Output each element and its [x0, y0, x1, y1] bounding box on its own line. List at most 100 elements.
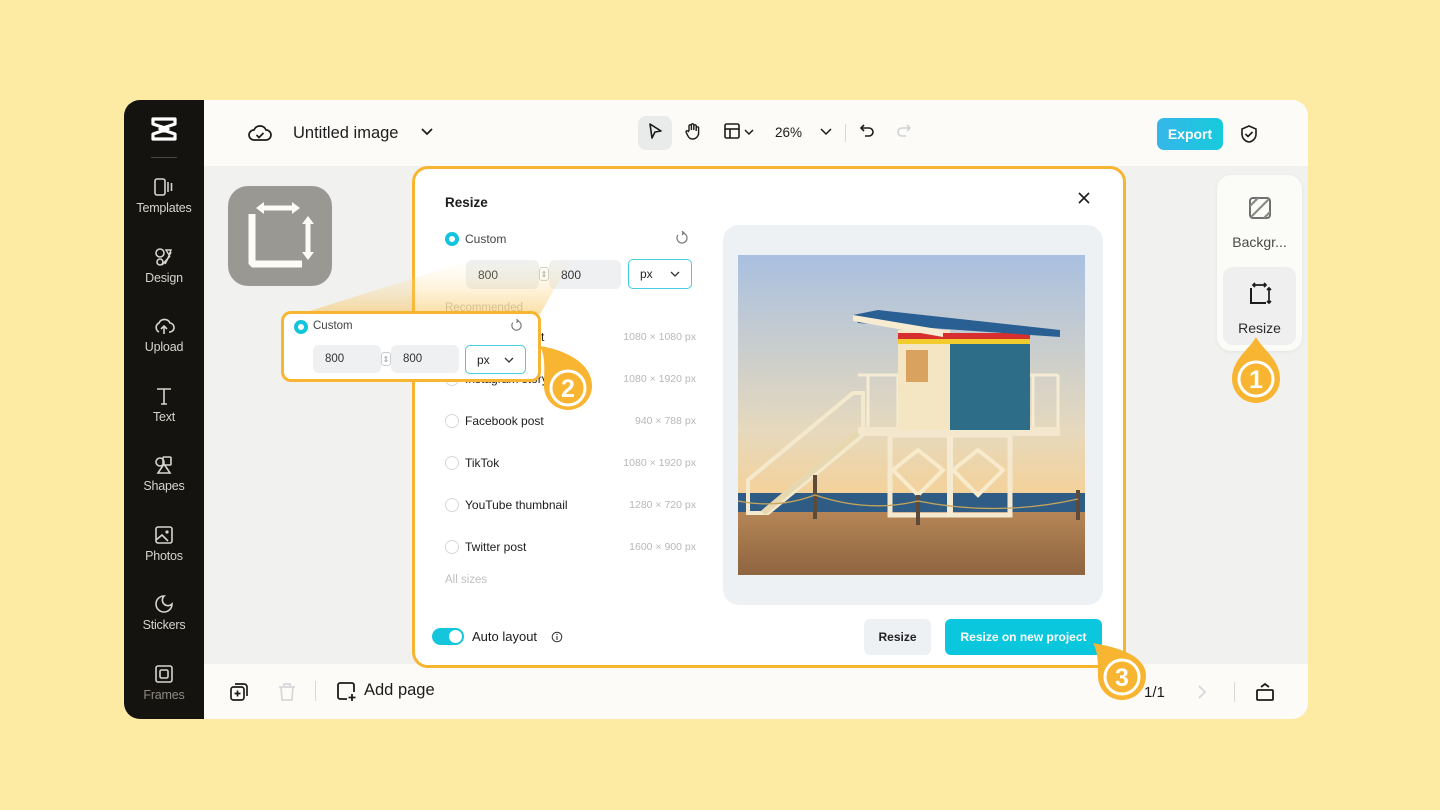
- sidebar-item-text[interactable]: Text: [124, 385, 204, 441]
- resize-button[interactable]: Resize: [864, 619, 931, 655]
- link-ratio-icon[interactable]: ⇕: [539, 267, 549, 281]
- sidebar-item-templates[interactable]: Templates: [124, 176, 204, 232]
- undo-icon: [859, 123, 875, 144]
- redo-button[interactable]: [892, 116, 916, 150]
- zoom-level[interactable]: 26%: [775, 125, 802, 140]
- cloud-saved-icon[interactable]: [248, 122, 272, 149]
- width-input[interactable]: 800: [466, 260, 539, 289]
- hand-tool-button[interactable]: [676, 116, 710, 150]
- capcut-logo-icon[interactable]: [148, 114, 180, 144]
- sidebar-item-label: Shapes: [143, 479, 185, 493]
- background-icon: [1247, 195, 1273, 226]
- design-icon: [153, 246, 175, 268]
- zoom-dropdown-button[interactable]: [816, 116, 836, 150]
- select-tool-button[interactable]: [638, 116, 672, 150]
- panel-item-resize[interactable]: Resize: [1223, 267, 1296, 345]
- next-page-icon[interactable]: [1196, 684, 1208, 705]
- reset-icon: [510, 318, 523, 337]
- hand-icon: [684, 122, 702, 145]
- height-input: 800: [391, 345, 459, 373]
- export-button[interactable]: Export: [1157, 118, 1223, 150]
- link-ratio-icon: ⇕: [381, 352, 391, 366]
- sidebar-item-label: Photos: [145, 549, 183, 563]
- unit-value: px: [640, 267, 653, 281]
- templates-icon: [153, 176, 175, 198]
- undo-button[interactable]: [855, 116, 879, 150]
- panel-item-label: Resize: [1238, 320, 1281, 336]
- custom-size-callout: Custom 800 ⇕ 800 px: [281, 311, 541, 382]
- option-label: Twitter post: [465, 540, 527, 554]
- shield-check-icon[interactable]: [1240, 124, 1258, 149]
- option-size: 1280 × 720 px: [629, 499, 696, 511]
- bottom-divider: [315, 681, 316, 701]
- sidebar-item-design[interactable]: Design: [124, 246, 204, 302]
- logo-divider: [151, 157, 177, 158]
- sidebar-item-upload[interactable]: Upload: [124, 315, 204, 371]
- resize-feature-icon: [228, 186, 332, 286]
- preview-image-lifeguard-tower: [738, 255, 1085, 575]
- sidebar-item-shapes[interactable]: Shapes: [124, 454, 204, 510]
- layout-icon: [723, 122, 741, 145]
- preview-panel: [723, 225, 1103, 605]
- sidebar-item-frames[interactable]: Frames: [124, 663, 204, 719]
- sidebar: Templates Design Upload Text Shapes Phot…: [124, 100, 204, 719]
- sidebar-item-label: Text: [152, 410, 176, 424]
- option-label: Custom: [313, 320, 353, 332]
- option-size: 1600 × 900 px: [629, 541, 696, 553]
- option-size: 1080 × 1920 px: [623, 457, 696, 469]
- resize-on-new-project-button[interactable]: Resize on new project: [945, 619, 1102, 655]
- layout-menu-button[interactable]: [716, 116, 760, 150]
- bottom-divider: [1234, 682, 1235, 702]
- resize-dialog: Resize Custom 800 ⇕ 800 px Recommended I…: [412, 166, 1126, 668]
- option-label: YouTube thumbnail: [465, 498, 568, 512]
- duplicate-page-icon[interactable]: [228, 681, 250, 708]
- step-badge-1: 1: [1228, 335, 1284, 412]
- sidebar-item-label: Frames: [143, 688, 185, 702]
- top-bar: Untitled image 26% Export: [204, 100, 1308, 166]
- radio[interactable]: [445, 414, 459, 428]
- add-page-label: Add page: [364, 681, 435, 699]
- cursor-icon: [647, 122, 663, 145]
- frames-icon: [153, 663, 175, 685]
- chevron-down-icon: [669, 268, 681, 283]
- badge-number: 3: [1115, 664, 1129, 692]
- pages-panel-icon[interactable]: [1254, 681, 1276, 708]
- radio[interactable]: [445, 540, 459, 554]
- panel-item-background[interactable]: Backgr...: [1223, 181, 1296, 259]
- project-title[interactable]: Untitled image: [293, 124, 398, 143]
- delete-page-icon[interactable]: [276, 681, 298, 708]
- close-icon[interactable]: [1077, 191, 1091, 210]
- option-size: 1080 × 1920 px: [623, 373, 696, 385]
- chevron-down-icon: [820, 124, 832, 142]
- unit-select[interactable]: px: [628, 259, 692, 289]
- sidebar-item-stickers[interactable]: Stickers: [124, 593, 204, 649]
- dialog-title: Resize: [445, 195, 488, 210]
- auto-layout-label: Auto layout: [472, 629, 538, 644]
- unit-value: px: [477, 352, 490, 367]
- panel-item-label: Backgr...: [1232, 234, 1287, 250]
- width-input: 800: [313, 345, 381, 373]
- height-input[interactable]: 800: [549, 260, 621, 289]
- radio-custom[interactable]: [445, 232, 459, 246]
- option-label: Facebook post: [465, 414, 544, 428]
- unit-select: px: [465, 345, 526, 374]
- info-icon[interactable]: [551, 630, 563, 648]
- all-sizes-link[interactable]: All sizes: [445, 574, 487, 586]
- option-size: 940 × 788 px: [634, 415, 696, 427]
- reset-icon[interactable]: [675, 230, 689, 250]
- sidebar-item-label: Stickers: [142, 618, 186, 632]
- option-size: 1080 × 1080 px: [623, 331, 696, 343]
- radio[interactable]: [445, 456, 459, 470]
- sidebar-item-label: Upload: [144, 340, 184, 354]
- chevron-down-icon: [503, 354, 515, 369]
- chevron-down-icon[interactable]: [420, 124, 434, 143]
- sidebar-item-photos[interactable]: Photos: [124, 524, 204, 580]
- right-panel: Backgr... Resize: [1217, 175, 1302, 351]
- toolbar-divider: [845, 124, 846, 142]
- auto-layout-toggle[interactable]: [432, 628, 464, 645]
- stickers-icon: [153, 593, 175, 615]
- add-page-button[interactable]: Add page: [335, 680, 445, 704]
- add-page-icon: [335, 680, 357, 707]
- resize-icon: [1247, 281, 1273, 312]
- radio[interactable]: [445, 498, 459, 512]
